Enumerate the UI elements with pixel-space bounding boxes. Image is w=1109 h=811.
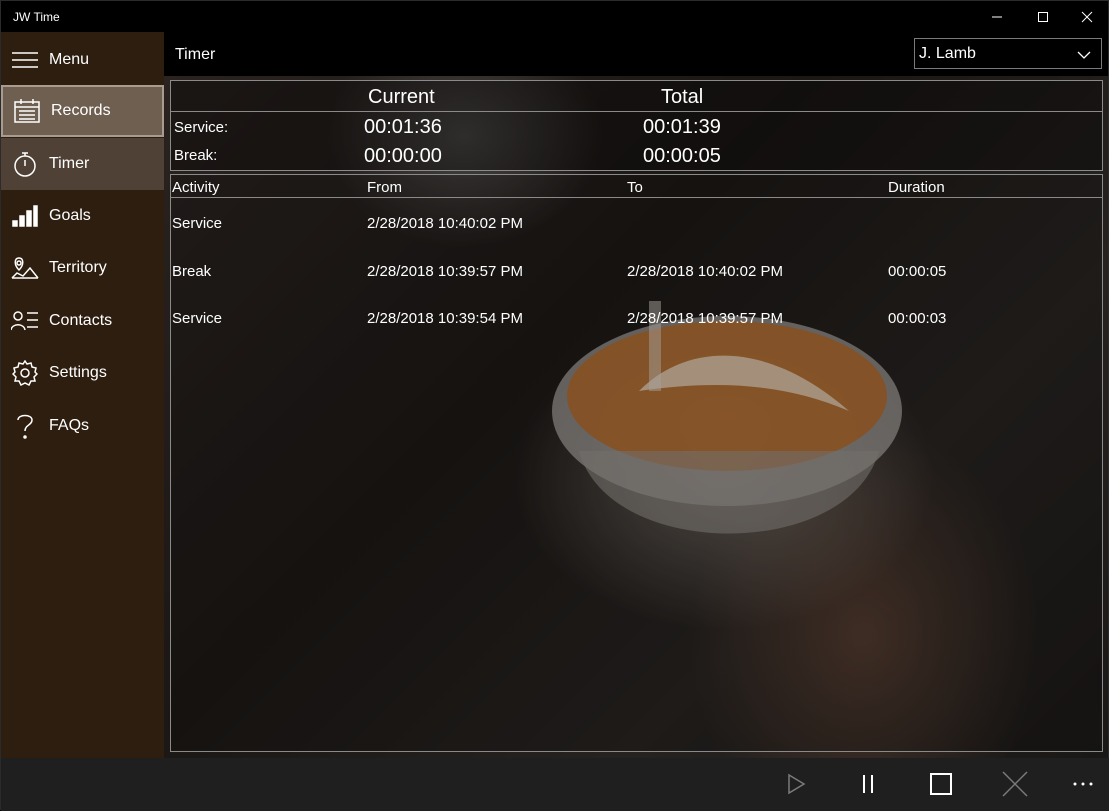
sidebar-item-goals[interactable]: Goals bbox=[1, 190, 164, 242]
divider bbox=[171, 111, 1102, 112]
to-cell: 2/28/2018 10:40:02 PM bbox=[627, 263, 783, 280]
gear-icon bbox=[1, 360, 49, 386]
pause-icon bbox=[863, 775, 873, 793]
sidebar-item-label: FAQs bbox=[49, 417, 90, 434]
from-cell: 2/28/2018 10:39:57 PM bbox=[367, 263, 523, 280]
activity-cell: Service bbox=[172, 215, 223, 232]
from-column-header: From bbox=[367, 179, 402, 196]
duration-cell: 00:00:03 bbox=[888, 310, 947, 327]
from-cell: 2/28/2018 10:40:02 PM bbox=[367, 215, 523, 232]
user-dropdown[interactable]: J. Lamb bbox=[914, 38, 1102, 69]
total-column-header: Total bbox=[661, 86, 704, 108]
question-icon bbox=[1, 412, 49, 440]
play-icon bbox=[788, 773, 806, 795]
sidebar-item-settings[interactable]: Settings bbox=[1, 347, 164, 399]
summary-panel: Current Total Service: 00:01:36 00:01:39… bbox=[170, 80, 1103, 171]
to-column-header: To bbox=[627, 179, 643, 196]
activity-column-header: Activity bbox=[172, 179, 220, 196]
stop-button[interactable] bbox=[921, 768, 961, 800]
page-header: Timer J. Lamb bbox=[164, 32, 1108, 76]
sidebar-item-label: Goals bbox=[49, 207, 91, 224]
sidebar-item-label: Contacts bbox=[49, 312, 113, 329]
user-dropdown-value: J. Lamb bbox=[919, 44, 976, 62]
minimize-icon bbox=[992, 16, 1002, 17]
sidebar-item-faqs[interactable]: FAQs bbox=[1, 400, 164, 452]
activity-cell: Break bbox=[172, 263, 212, 280]
app-title: JW Time bbox=[13, 10, 60, 24]
from-cell: 2/28/2018 10:39:54 PM bbox=[367, 310, 523, 327]
hamburger-icon bbox=[1, 51, 49, 69]
sidebar: Menu Records Timer Goals Territory Conta… bbox=[1, 32, 164, 758]
table-row[interactable]: Break 2/28/2018 10:39:57 PM 2/28/2018 10… bbox=[171, 263, 1102, 293]
service-label: Service: bbox=[174, 119, 229, 136]
stop-icon bbox=[930, 773, 952, 795]
sidebar-item-territory[interactable]: Territory bbox=[1, 242, 164, 294]
chevron-down-icon bbox=[1077, 47, 1091, 65]
table-row[interactable]: Service 2/28/2018 10:40:02 PM bbox=[171, 215, 1102, 245]
table-row[interactable]: Service 2/28/2018 10:39:54 PM 2/28/2018 … bbox=[171, 310, 1102, 340]
stopwatch-icon bbox=[1, 151, 49, 177]
break-total-value: 00:00:05 bbox=[643, 145, 721, 167]
sidebar-item-records[interactable]: Records bbox=[1, 85, 164, 137]
to-cell: 2/28/2018 10:39:57 PM bbox=[627, 310, 783, 327]
bar-chart-icon bbox=[1, 205, 49, 227]
service-current-value: 00:01:36 bbox=[364, 116, 442, 138]
maximize-icon bbox=[1038, 11, 1048, 22]
timer-content: Current Total Service: 00:01:36 00:01:39… bbox=[164, 76, 1108, 758]
map-pin-icon bbox=[1, 256, 49, 280]
sidebar-item-label: Records bbox=[51, 102, 111, 119]
close-icon bbox=[1081, 11, 1093, 22]
sidebar-item-menu[interactable]: Menu bbox=[1, 34, 164, 86]
command-bar bbox=[1, 758, 1109, 811]
minimize-button[interactable] bbox=[974, 1, 1020, 32]
more-icon bbox=[1073, 782, 1093, 786]
contacts-icon bbox=[1, 310, 49, 332]
pause-button[interactable] bbox=[848, 768, 888, 800]
current-column-header: Current bbox=[368, 86, 435, 108]
duration-column-header: Duration bbox=[888, 179, 945, 196]
service-total-value: 00:01:39 bbox=[643, 116, 721, 138]
sidebar-item-label: Menu bbox=[49, 51, 90, 68]
sidebar-item-timer[interactable]: Timer bbox=[1, 138, 164, 190]
more-button[interactable] bbox=[1063, 768, 1103, 800]
sidebar-item-label: Settings bbox=[49, 364, 107, 381]
break-current-value: 00:00:00 bbox=[364, 145, 442, 167]
sidebar-item-contacts[interactable]: Contacts bbox=[1, 295, 164, 347]
activity-cell: Service bbox=[172, 310, 223, 327]
app-window: JW Time Menu Records Timer Goals Territo… bbox=[0, 0, 1109, 811]
maximize-button[interactable] bbox=[1020, 1, 1066, 32]
start-button[interactable] bbox=[776, 768, 816, 800]
calendar-icon bbox=[3, 99, 51, 123]
page-title: Timer bbox=[175, 46, 216, 63]
title-bar: JW Time bbox=[1, 1, 1108, 32]
close-window-button[interactable] bbox=[1064, 1, 1109, 32]
sidebar-item-label: Timer bbox=[49, 155, 90, 172]
cancel-button[interactable] bbox=[995, 768, 1035, 800]
sidebar-item-label: Territory bbox=[49, 259, 107, 276]
activity-table: Activity From To Duration Service 2/28/2… bbox=[170, 174, 1103, 752]
duration-cell: 00:00:05 bbox=[888, 263, 947, 280]
close-icon bbox=[1002, 771, 1028, 797]
divider bbox=[171, 197, 1102, 198]
break-label: Break: bbox=[174, 147, 218, 164]
